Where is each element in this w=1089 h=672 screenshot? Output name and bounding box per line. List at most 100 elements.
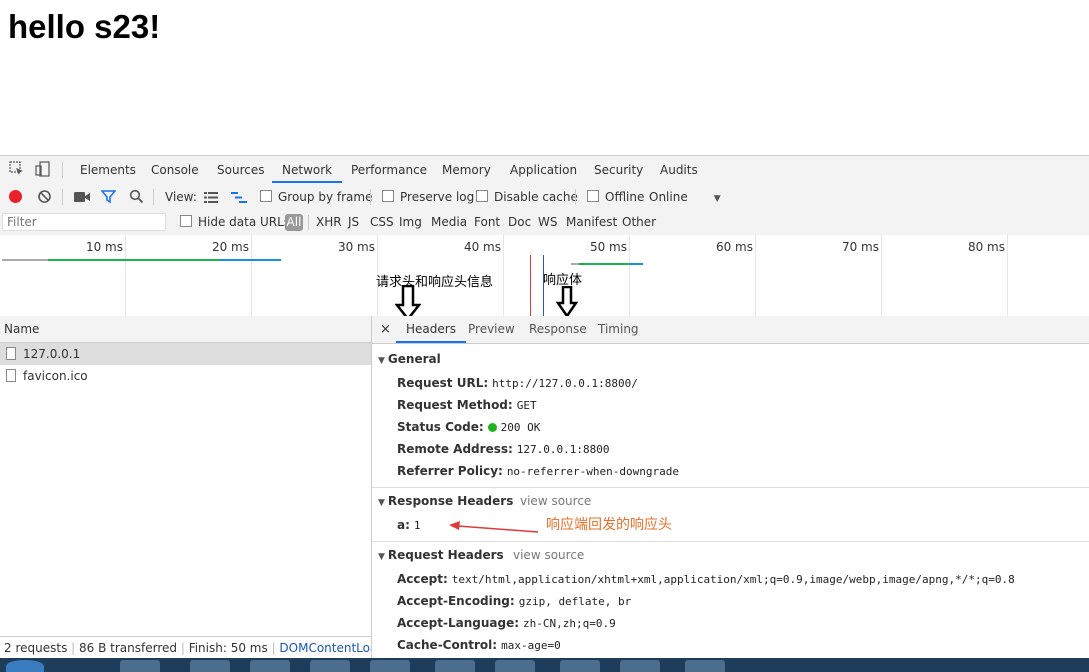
preserve-log-checkbox[interactable]: Preserve log: [382, 184, 474, 210]
large-rows-icon[interactable]: [204, 192, 218, 206]
tab-application[interactable]: Application: [510, 156, 577, 183]
tick-label: 60 ms: [715, 240, 753, 254]
tab-timing[interactable]: Timing: [598, 316, 639, 343]
filter-js[interactable]: JS: [348, 210, 359, 235]
request-header-row: Cache-Control: max-age=0: [397, 638, 561, 652]
tab-sources[interactable]: Sources: [217, 156, 264, 183]
arrow-left-icon: [448, 521, 540, 538]
filter-input[interactable]: [2, 213, 166, 231]
request-name: favicon.ico: [23, 369, 88, 383]
status-ok-icon: [487, 423, 497, 432]
timing-bar: [579, 263, 629, 265]
taskbar-app-button[interactable]: [560, 660, 600, 672]
request-method-row: Request Method: GET: [397, 398, 537, 412]
taskbar-app-button[interactable]: [310, 660, 350, 672]
close-icon[interactable]: ×: [380, 316, 391, 343]
tab-security[interactable]: Security: [594, 156, 643, 183]
tab-elements[interactable]: Elements: [80, 156, 136, 183]
taskbar-app-button[interactable]: [250, 660, 290, 672]
tab-performance[interactable]: Performance: [351, 156, 427, 183]
taskbar-app-button[interactable]: [685, 660, 725, 672]
request-url-row: Request URL: http://127.0.0.1:8800/: [397, 376, 638, 390]
filter-other[interactable]: Other: [622, 210, 656, 235]
filter-doc[interactable]: Doc: [508, 210, 531, 235]
start-button[interactable]: [6, 660, 44, 672]
filter-xhr[interactable]: XHR: [316, 210, 342, 235]
detail-tabbar: × Headers Preview Response Timing: [372, 316, 1089, 344]
filter-manifest[interactable]: Manifest: [566, 210, 617, 235]
taskbar-app-button[interactable]: [620, 660, 660, 672]
waterfall-overview-icon[interactable]: [231, 192, 247, 206]
tab-response[interactable]: Response: [529, 316, 587, 343]
devtools-tabbar: Elements Console Sources Network Perform…: [0, 156, 1089, 185]
load-event-line: [530, 255, 531, 316]
filter-img[interactable]: Img: [399, 210, 422, 235]
request-name: 127.0.0.1: [23, 347, 81, 361]
hide-data-urls-checkbox[interactable]: Hide data URLs: [180, 210, 290, 235]
request-header-row: Accept: text/html,application/xhtml+xml,a…: [397, 572, 1015, 586]
request-view-source-link[interactable]: view source: [513, 548, 584, 562]
disable-cache-checkbox[interactable]: Disable cache: [476, 184, 578, 210]
status-code-row: Status Code: 200 OK: [397, 420, 541, 434]
finish-time: Finish: 50 ms: [188, 641, 268, 655]
name-column-header[interactable]: Name: [0, 316, 371, 343]
taskbar-app-button[interactable]: [190, 660, 230, 672]
tab-memory[interactable]: Memory: [442, 156, 491, 183]
domcontentloaded-time: DOMContentLoade...: [279, 641, 371, 655]
request-detail-panel: × Headers Preview Response Timing ▼ Gener…: [372, 316, 1089, 659]
tick-label: 20 ms: [211, 240, 249, 254]
group-by-frame-checkbox[interactable]: Group by frame: [260, 184, 372, 210]
device-toolbar-icon[interactable]: [34, 161, 52, 179]
response-view-source-link[interactable]: view source: [520, 494, 591, 508]
timeline-overview[interactable]: 10 ms 20 ms 30 ms 40 ms 50 ms 60 ms 70 m…: [0, 235, 1089, 322]
view-label: View:: [165, 190, 197, 204]
chevron-down-icon: ▼: [713, 194, 721, 204]
inspect-element-icon[interactable]: [8, 161, 26, 179]
record-icon[interactable]: [9, 190, 22, 203]
triangle-down-icon: ▼: [378, 498, 385, 508]
filter-all-button[interactable]: All: [285, 214, 303, 231]
filter-css[interactable]: CSS: [370, 210, 394, 235]
timing-bar: [571, 263, 579, 265]
filter-bar: Hide data URLs All XHR JS CSS Img Media …: [0, 210, 1089, 236]
taskbar-app-button[interactable]: [435, 660, 475, 672]
timing-bar: [629, 263, 643, 265]
general-section-toggle[interactable]: ▼ General: [378, 352, 441, 366]
tab-console[interactable]: Console: [151, 156, 199, 183]
tab-audits[interactable]: Audits: [660, 156, 698, 183]
file-icon: [6, 369, 16, 382]
tab-preview[interactable]: Preview: [468, 316, 515, 343]
throttling-select[interactable]: Online ▼: [649, 184, 721, 210]
request-row[interactable]: 127.0.0.1: [0, 343, 371, 365]
timing-bar: [220, 259, 281, 261]
file-icon: [6, 347, 16, 360]
devtools-panel: Elements Console Sources Network Perform…: [0, 155, 1089, 659]
filter-icon[interactable]: [100, 189, 117, 207]
tick-label: 30 ms: [337, 240, 375, 254]
taskbar-app-button[interactable]: [495, 660, 535, 672]
filter-media[interactable]: Media: [431, 210, 467, 235]
taskbar-app-button[interactable]: [370, 660, 410, 672]
tick-label: 40 ms: [463, 240, 501, 254]
offline-checkbox[interactable]: Offline: [587, 184, 644, 210]
capture-screenshots-icon[interactable]: [74, 191, 90, 206]
filter-font[interactable]: Font: [474, 210, 500, 235]
timing-bar: [48, 259, 220, 261]
request-row[interactable]: favicon.ico: [0, 365, 371, 387]
filter-ws[interactable]: WS: [538, 210, 557, 235]
response-headers-toggle[interactable]: ▼ Response Headers: [378, 494, 513, 508]
referrer-policy-row: Referrer Policy: no-referrer-when-downgra…: [397, 464, 679, 478]
network-toolbar: View: Group by frame Preserve log Disabl…: [0, 184, 1089, 211]
tab-network[interactable]: Network: [272, 156, 343, 183]
taskbar-app-button[interactable]: [120, 660, 160, 672]
search-icon[interactable]: [129, 189, 144, 207]
triangle-down-icon: ▼: [378, 552, 385, 562]
tab-headers[interactable]: Headers: [396, 316, 466, 343]
requests-panel: Name 127.0.0.1 favicon.ico 2 requests | …: [0, 316, 372, 659]
request-headers-toggle[interactable]: ▼ Request Headers: [378, 548, 504, 562]
clear-icon[interactable]: [37, 189, 52, 207]
request-header-row: Accept-Language: zh-CN,zh;q=0.9: [397, 616, 616, 630]
response-header-row: a: 1: [397, 518, 421, 532]
page-heading: hello s23!: [8, 8, 161, 45]
transferred-size: 86 B transferred: [79, 641, 177, 655]
